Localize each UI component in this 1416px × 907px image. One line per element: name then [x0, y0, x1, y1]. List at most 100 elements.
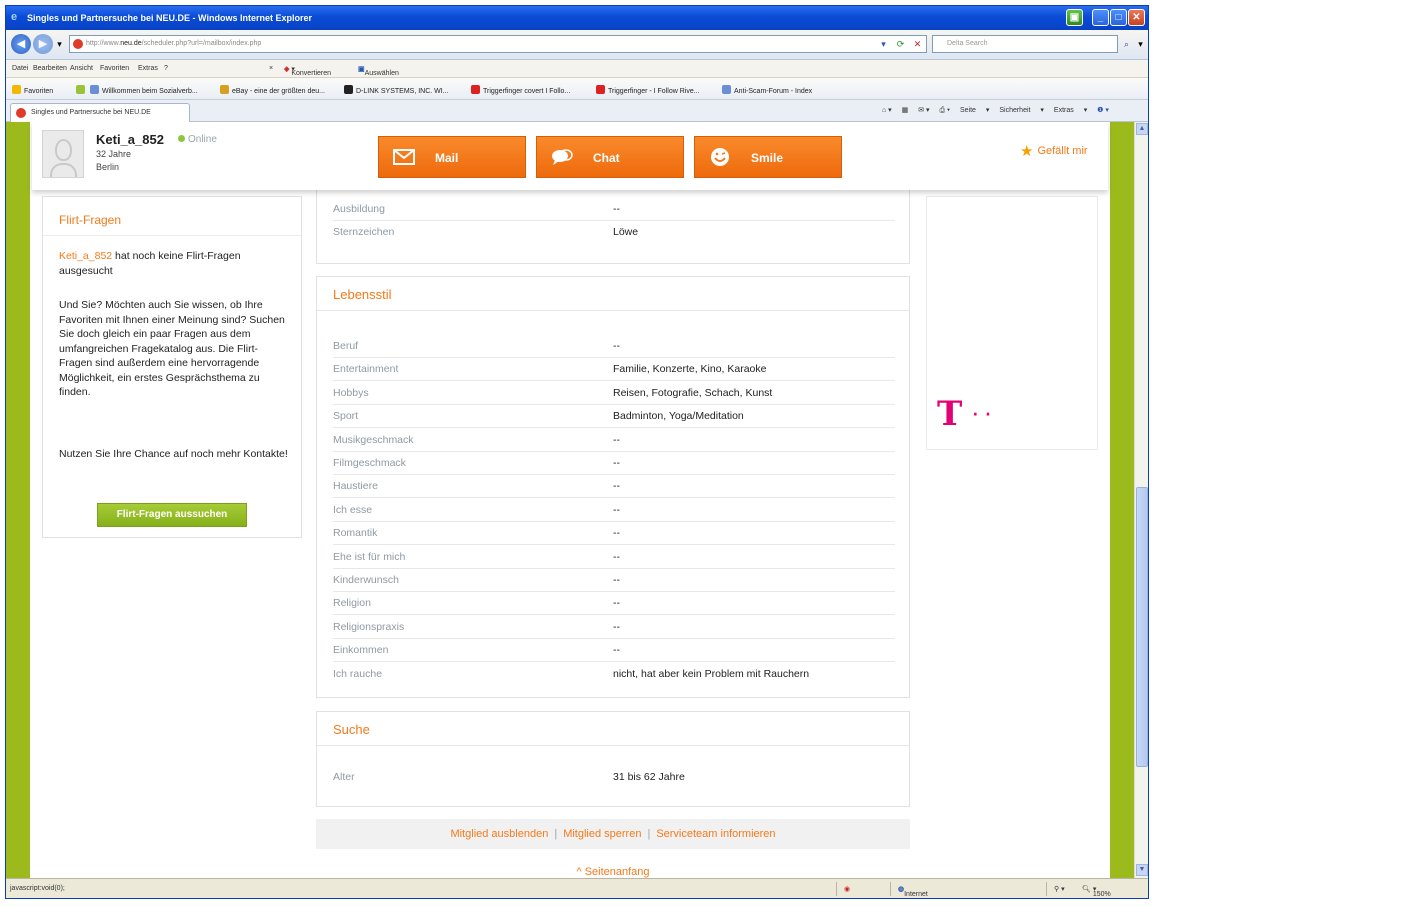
- menu-extras[interactable]: Extras: [138, 65, 158, 72]
- detail-key: Entertainment: [333, 363, 399, 376]
- menu-bar: Datei Bearbeiten Ansicht Favoriten Extra…: [6, 60, 1148, 78]
- popup-blocker-icon[interactable]: ◉: [844, 885, 850, 893]
- avatar[interactable]: [42, 130, 84, 178]
- mail-icon[interactable]: ✉ ▾: [918, 106, 929, 114]
- zoom-control[interactable]: 🔍︎ 150% ▾: [1082, 885, 1111, 898]
- divider: [890, 882, 891, 896]
- menu-extras-cmd[interactable]: Extras ▾: [1054, 106, 1087, 114]
- detail-key: Einkommen: [333, 644, 389, 657]
- favorites-button[interactable]: Favoriten: [12, 85, 53, 95]
- detail-key: Musikgeschmack: [333, 433, 414, 446]
- zone-label: Internet: [904, 891, 928, 898]
- menu-konvertieren[interactable]: ◈ Konvertieren ▾: [284, 65, 331, 77]
- close-toolbar-icon[interactable]: ×: [269, 65, 273, 72]
- lifestyle-header: Lebensstil: [317, 277, 909, 311]
- address-host: neu.de: [120, 40, 142, 47]
- address-toolbar: ◀ ▶ ▾ http://www.neu.de/scheduler.php?ur…: [6, 30, 1148, 60]
- detail-key: Sternzeichen: [333, 226, 395, 238]
- menu-help[interactable]: ?: [164, 65, 168, 72]
- detail-value: Reisen, Fotografie, Schach, Kunst: [613, 386, 773, 399]
- search-options-icon[interactable]: ▾: [1134, 38, 1147, 51]
- detail-value: Familie, Konzerte, Kino, Karaoke: [613, 363, 767, 376]
- fav-item-5[interactable]: Triggerfinger - I Follow Rive...: [596, 85, 700, 95]
- like-button[interactable]: ★ Gefällt mir: [1020, 142, 1088, 160]
- detail-key: Sport: [333, 410, 359, 423]
- tab-favicon-icon: [16, 108, 26, 118]
- print-icon[interactable]: ⎙ ▾: [940, 107, 951, 115]
- forward-button[interactable]: ▶: [33, 34, 53, 54]
- history-dropdown-icon[interactable]: ▾: [53, 38, 66, 51]
- home-icon[interactable]: ⌂ ▾: [882, 106, 892, 114]
- close-button[interactable]: ✕: [1128, 9, 1145, 26]
- feeds-icon[interactable]: ▦: [902, 106, 909, 114]
- username-link[interactable]: Keti_a_852: [59, 250, 112, 262]
- menu-favoriten[interactable]: Favoriten: [100, 65, 129, 72]
- profile-header: Keti_a_852 Online 32 Jahre Berlin Mail C…: [32, 122, 1108, 190]
- scroll-down-icon[interactable]: ▼: [1136, 864, 1148, 876]
- telekom-ad[interactable]: T ··: [926, 196, 1098, 450]
- add-favorite-icon[interactable]: [76, 85, 88, 95]
- profile-username: Keti_a_852: [96, 132, 164, 147]
- smile-button[interactable]: Smile: [694, 136, 842, 178]
- menu-ansicht[interactable]: Ansicht: [70, 65, 93, 72]
- lifestyle-box: Lebensstil Beruf -- Entertainment Familie, …: [316, 276, 910, 698]
- fav-item-1[interactable]: Willkommen beim Sozialverb...: [90, 85, 198, 95]
- member-actions: Mitglied ausblenden | Mitglied sperren | Ser…: [316, 819, 910, 849]
- scroll-up-icon[interactable]: ▲: [1136, 123, 1148, 135]
- chat-bubble-icon: [552, 149, 573, 165]
- online-dot-icon: [178, 135, 185, 142]
- report-service-link[interactable]: Serviceteam informieren: [656, 828, 775, 840]
- youtube-icon: [471, 85, 480, 94]
- fav-item-label: Triggerfinger - I Follow Rive...: [608, 88, 700, 95]
- dlink-icon: [344, 85, 353, 94]
- profile-city: Berlin: [96, 162, 120, 172]
- minimize-button[interactable]: _: [1092, 9, 1109, 26]
- address-input[interactable]: http://www.neu.de/scheduler.php?url=/mai…: [69, 35, 927, 53]
- smiley-icon: [711, 148, 729, 166]
- menu-seite[interactable]: Seite ▾: [960, 106, 989, 114]
- divider: [43, 235, 301, 236]
- detail-key: Ausbildung: [333, 203, 385, 215]
- detail-value: --: [613, 340, 620, 352]
- fav-item-label: Triggerfinger covert I Follo...: [483, 88, 571, 95]
- status-text: javascript:void(0);: [10, 885, 65, 892]
- menu-datei[interactable]: Datei: [12, 65, 28, 72]
- menu-sicherheit[interactable]: Sicherheit ▾: [999, 106, 1044, 114]
- vertical-scrollbar[interactable]: ▲ ▼: [1134, 122, 1148, 878]
- tab-neu-de[interactable]: Singles und Partnersuche bei NEU.DE: [10, 103, 190, 122]
- fav-item-4[interactable]: Triggerfinger covert I Follo...: [471, 85, 570, 95]
- chat-button[interactable]: Chat: [536, 136, 684, 178]
- security-shield-icon[interactable]: ▣: [1066, 9, 1083, 26]
- stop-icon[interactable]: ✕: [911, 38, 924, 51]
- maximize-button[interactable]: □: [1110, 9, 1127, 26]
- detail-key: Beruf: [333, 340, 359, 352]
- detail-row: Hobbys Reisen, Fotografie, Schach, Kunst: [333, 382, 895, 405]
- flirt-text-3: Nutzen Sie Ihre Chance auf noch mehr Kon…: [59, 448, 288, 460]
- choose-flirt-questions-button[interactable]: Flirt-Fragen aussuchen: [97, 503, 247, 527]
- fav-item-2[interactable]: eBay - eine der größten deu...: [220, 85, 325, 95]
- help-icon[interactable]: ❶ ▾: [1097, 106, 1109, 114]
- chevron-up-icon: ^: [576, 866, 582, 878]
- back-button[interactable]: ◀: [11, 34, 31, 54]
- mail-label: Mail: [435, 151, 459, 165]
- scroll-thumb[interactable]: [1136, 487, 1148, 767]
- star-icon: ★: [1020, 143, 1034, 160]
- address-dropdown-icon[interactable]: ▾: [877, 38, 890, 51]
- search-input[interactable]: Delta Search: [932, 35, 1118, 53]
- security-zone[interactable]: ◍ Internet: [898, 885, 928, 898]
- back-to-top-link[interactable]: ^ Seitenanfang: [316, 866, 910, 878]
- block-member-link[interactable]: Mitglied sperren: [563, 828, 641, 840]
- ie-page-icon: [90, 85, 99, 94]
- profile-page: Flirt-Fragen Keti_a_852 hat noch keine F…: [30, 122, 1110, 878]
- fav-item-3[interactable]: D-LINK SYSTEMS, INC. WI...: [344, 85, 449, 95]
- menu-bearbeiten[interactable]: Bearbeiten: [33, 65, 67, 72]
- detail-value: --: [613, 457, 620, 469]
- hide-member-link[interactable]: Mitglied ausblenden: [450, 828, 548, 840]
- menu-auswaehlen[interactable]: ▣ Auswählen: [358, 65, 399, 77]
- search-go-icon[interactable]: ⌕: [1120, 38, 1133, 51]
- fav-item-6[interactable]: Anti-Scam-Forum - Index: [722, 85, 812, 95]
- detail-value: --: [613, 644, 620, 657]
- refresh-icon[interactable]: ⟳: [894, 38, 907, 51]
- protected-mode-icon[interactable]: ⚲ ▾: [1054, 885, 1065, 893]
- mail-button[interactable]: Mail: [378, 136, 526, 178]
